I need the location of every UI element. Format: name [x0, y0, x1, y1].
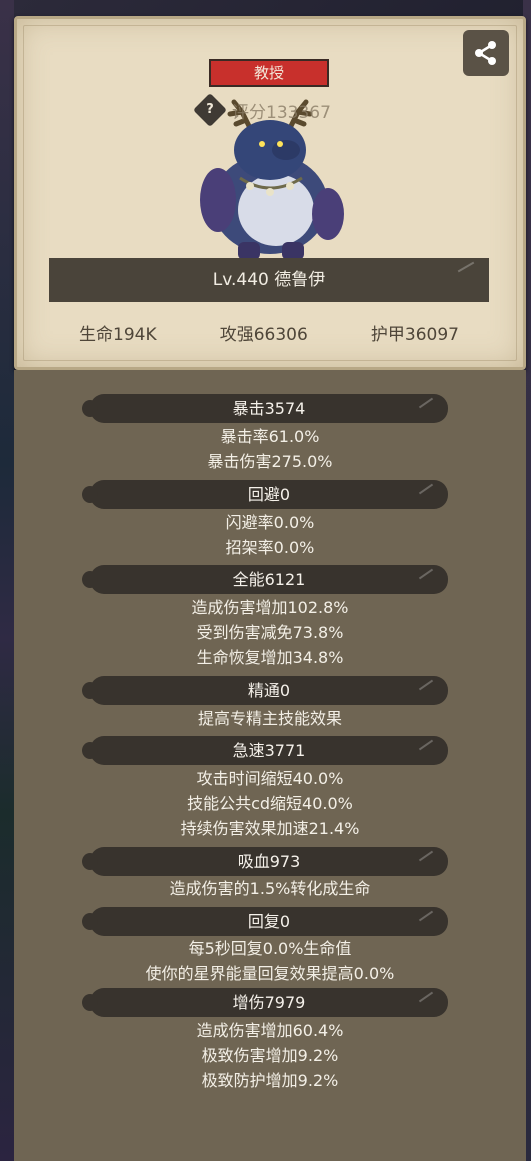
- stat-line: 技能公共cd缩短40.0%: [187, 794, 353, 813]
- stat-header-haste: 急速3771: [82, 736, 448, 765]
- core-stats: 生命194K 攻强66306 护甲36097: [49, 320, 489, 348]
- stat-header-avoidance: 回避0: [82, 480, 448, 509]
- stat-line: 受到伤害减免73.8%: [196, 623, 344, 642]
- stat-header-lifesteal: 吸血973: [82, 847, 448, 876]
- stat-header-regen: 回复0: [82, 907, 448, 936]
- stat-line: 生命恢复增加34.8%: [196, 648, 344, 667]
- title-badge: 教授: [209, 59, 329, 87]
- stat-line: 使你的星界能量回复效果提高0.0%: [145, 964, 395, 983]
- stat-line: 极致防护增加9.2%: [201, 1071, 339, 1090]
- question-icon[interactable]: ?: [193, 93, 227, 127]
- level-name-bar: Lv.440 德鲁伊: [49, 258, 489, 302]
- share-button[interactable]: [463, 30, 509, 76]
- stat-line: 持续伤害效果加速21.4%: [180, 819, 360, 838]
- stat-line: 招架率0.0%: [225, 538, 315, 557]
- stat-line: 暴击率61.0%: [220, 427, 320, 446]
- stat-line: 造成伤害的1.5%转化成生命: [169, 879, 371, 898]
- stat-line: 攻击时间缩短40.0%: [196, 769, 344, 788]
- stat-header-crit: 暴击3574: [82, 394, 448, 423]
- stat-header-mastery: 精通0: [82, 676, 448, 705]
- stat-line: 提高专精主技能效果: [197, 709, 342, 728]
- stats-detail-panel: 暴击3574 暴击率61.0% 暴击伤害275.0% 回避0 闪避率0.0% 招…: [14, 370, 526, 1161]
- core-stat-attack-power: 攻强66306: [219, 325, 308, 345]
- core-stat-health: 生命194K: [79, 325, 157, 345]
- stat-header-versatility: 全能6121: [82, 565, 448, 594]
- core-stat-armor: 护甲36097: [370, 325, 459, 345]
- stat-header-damage-increase: 增伤7979: [82, 988, 448, 1017]
- stat-line: 每5秒回复0.0%生命值: [188, 939, 352, 958]
- stat-line: 闪避率0.0%: [225, 513, 315, 532]
- background-art-left: [0, 0, 14, 1161]
- stat-line: 造成伤害增加102.8%: [191, 598, 349, 617]
- stat-line: 暴击伤害275.0%: [207, 452, 333, 471]
- score-label: 评分133367: [232, 103, 331, 123]
- stat-line: 极致伤害增加9.2%: [201, 1046, 339, 1065]
- stats-screen: 教授 ? 评分133367 Lv.440 德鲁伊 生命194K 攻强66306 …: [0, 0, 531, 1161]
- stat-line: 造成伤害增加60.4%: [196, 1021, 344, 1040]
- share-icon: [475, 41, 496, 65]
